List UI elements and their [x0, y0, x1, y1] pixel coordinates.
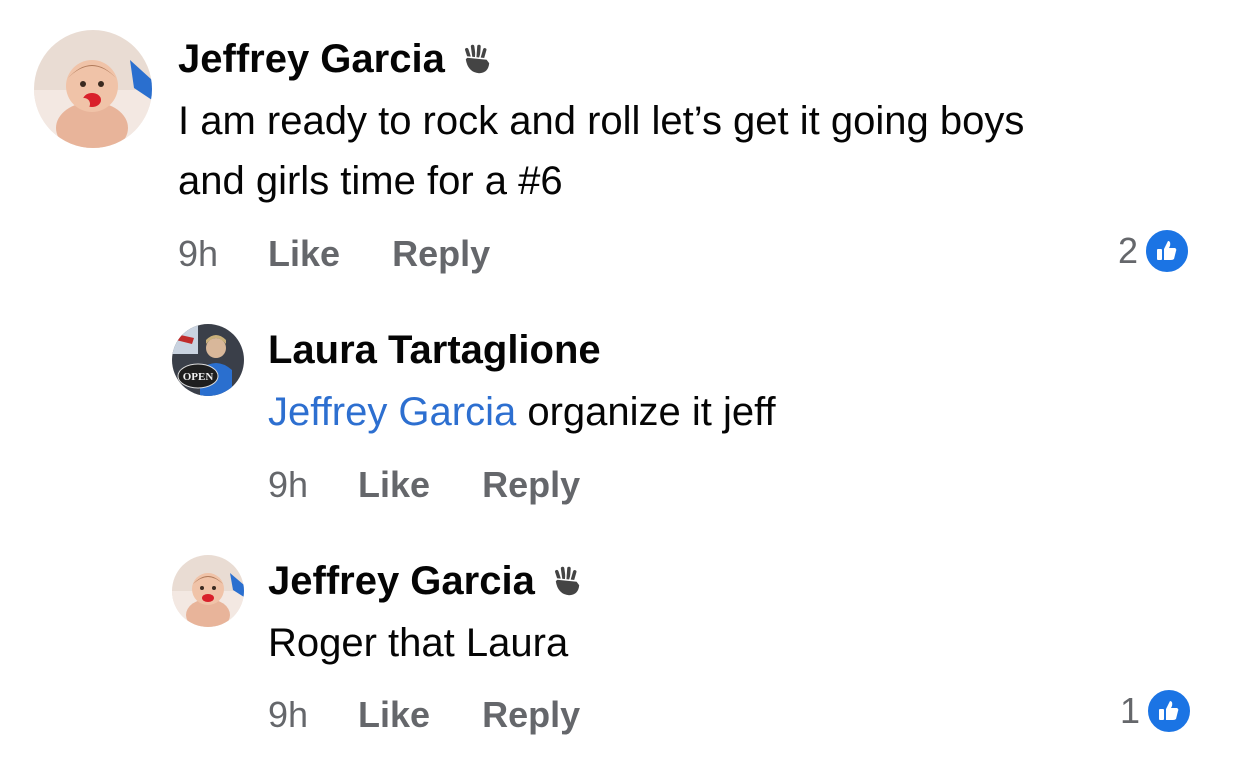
thumbs-up-icon	[1144, 228, 1191, 274]
comment-timestamp[interactable]: 9h	[178, 234, 218, 274]
author-name[interactable]: Jeffrey Garcia	[178, 36, 445, 82]
comment-actions: 9h Like Reply	[268, 465, 580, 505]
comment-actions: 9h Like Reply	[268, 695, 580, 735]
waving-hand-icon	[549, 563, 585, 599]
comment-text: Jeffrey Garcia organize it jeff	[268, 382, 776, 442]
avatar-jeffrey-garcia[interactable]	[172, 555, 244, 627]
author-name[interactable]: Laura Tartaglione	[268, 327, 601, 373]
comment-actions: 9h Like Reply	[178, 234, 490, 274]
comment-author[interactable]: Jeffrey Garcia	[268, 558, 585, 604]
comment-text-line: I am ready to rock and roll let’s get it…	[178, 99, 1025, 143]
author-name[interactable]: Jeffrey Garcia	[268, 558, 535, 604]
comment-author[interactable]: Jeffrey Garcia	[178, 36, 495, 82]
avatar-laura-tartaglione[interactable]: OPEN	[172, 324, 244, 396]
like-button[interactable]: Like	[358, 695, 430, 735]
reaction-summary[interactable]: 1	[1120, 688, 1193, 734]
comment-text: Roger that Laura	[268, 621, 569, 665]
comment-timestamp[interactable]: 9h	[268, 465, 308, 505]
comment-author[interactable]: Laura Tartaglione	[268, 327, 601, 373]
waving-hand-icon	[459, 41, 495, 77]
reply-button[interactable]: Reply	[482, 695, 580, 735]
reply-button[interactable]: Reply	[392, 234, 490, 274]
like-button[interactable]: Like	[268, 234, 340, 274]
reaction-count: 1	[1120, 690, 1141, 731]
comment-text-content: organize it jeff	[516, 390, 776, 434]
reaction-summary[interactable]: 2	[1118, 228, 1191, 274]
comment-text-line: and girls time for a #6	[178, 159, 563, 203]
mention-link[interactable]: Jeffrey Garcia	[268, 390, 516, 434]
comment-timestamp[interactable]: 9h	[268, 695, 308, 735]
reply-button[interactable]: Reply	[482, 465, 580, 505]
open-sign-text: OPEN	[183, 371, 214, 383]
thumbs-up-icon	[1146, 688, 1193, 734]
avatar-jeffrey-garcia[interactable]	[34, 30, 152, 148]
like-button[interactable]: Like	[358, 465, 430, 505]
reaction-count: 2	[1118, 230, 1139, 271]
